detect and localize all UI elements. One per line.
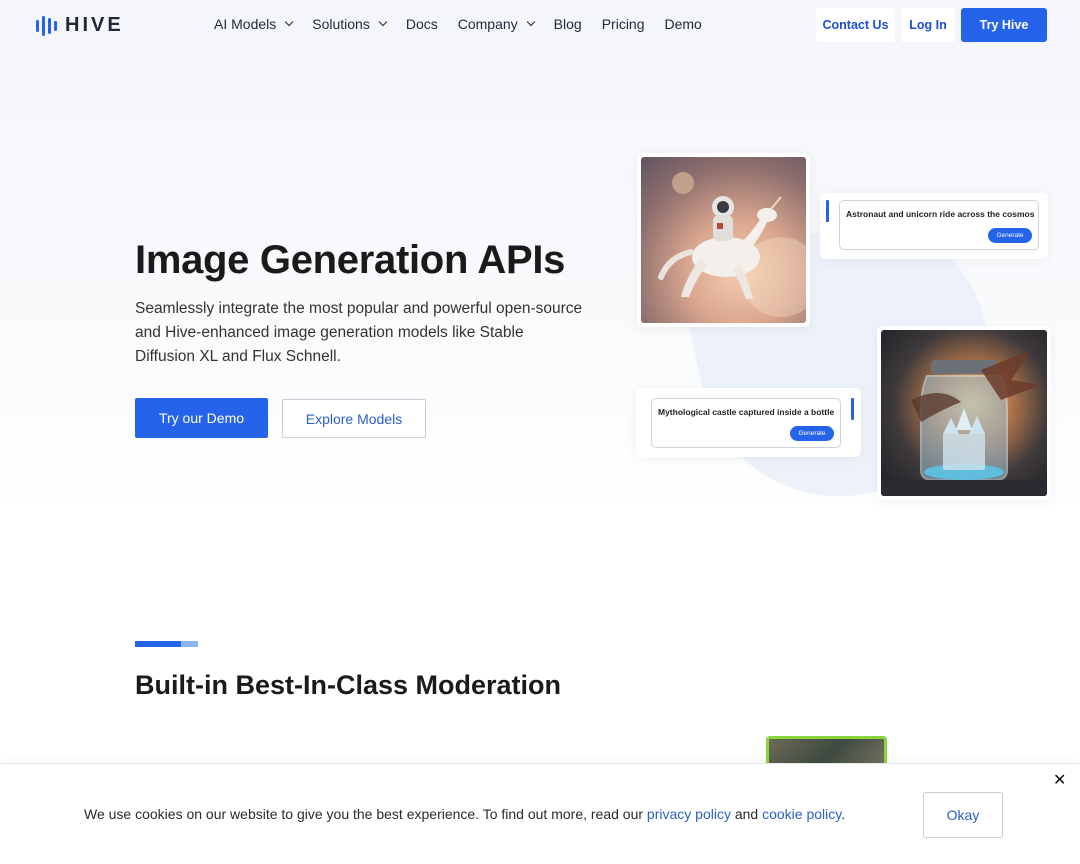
castle-bottle-image: [877, 326, 1051, 500]
contact-us-button[interactable]: Contact Us: [816, 8, 895, 42]
nav-label: Solutions: [312, 16, 370, 32]
explore-models-button[interactable]: Explore Models: [282, 399, 426, 438]
prompt-card-astronaut: Astronaut and unicorn ride across the co…: [820, 193, 1048, 259]
site-header: HIVE AI Models Solutions Docs Company Bl…: [0, 0, 1080, 50]
main-nav: AI Models Solutions Docs Company Blog Pr…: [214, 16, 722, 32]
nav-label: AI Models: [214, 16, 277, 32]
astronaut-unicorn-illustration: [641, 157, 806, 323]
hero-description: Seamlessly integrate the most popular an…: [135, 300, 583, 365]
nav-label: Demo: [664, 16, 702, 32]
text-cursor-indicator: [851, 398, 854, 420]
chevron-down-icon: [378, 17, 388, 27]
castle-bottle-illustration: [881, 330, 1047, 496]
log-in-button[interactable]: Log In: [901, 8, 955, 42]
chevron-down-icon: [285, 17, 294, 27]
prompt-card-castle: Mythological castle captured inside a bo…: [636, 388, 861, 457]
okay-button[interactable]: Okay: [923, 792, 1003, 838]
astronaut-unicorn-image: [637, 153, 810, 327]
text-cursor-indicator: [826, 200, 829, 222]
cookie-text-middle: and: [730, 806, 763, 822]
cookie-message: We use cookies on our website to give yo…: [84, 806, 845, 822]
nav-item-demo[interactable]: Demo: [665, 16, 702, 32]
astronaut-unicorn-art: [658, 172, 806, 317]
privacy-policy-link[interactable]: privacy policy: [647, 806, 731, 822]
cookie-text-end: .: [841, 806, 846, 822]
nav-label: Pricing: [601, 16, 645, 32]
section-title: Built-in Best-In-Class Moderation: [135, 670, 562, 700]
cookie-text-start: We use cookies on our website to give yo…: [84, 806, 647, 822]
logo-text: HIVE: [65, 14, 124, 36]
generate-button[interactable]: Generate: [988, 228, 1032, 243]
prompt-input-astronaut[interactable]: Astronaut and unicorn ride across the co…: [839, 200, 1039, 250]
castle-bottle-art: [881, 350, 1047, 496]
try-hive-button[interactable]: Try Hive: [961, 8, 1047, 42]
cookie-policy-link[interactable]: cookie policy: [762, 806, 841, 822]
cookie-banner: ✕ We use cookies on our website to give …: [0, 763, 1080, 864]
section-accent-bar: [135, 641, 198, 647]
prompt-input-castle[interactable]: Mythological castle captured inside a bo…: [651, 398, 841, 448]
close-icon[interactable]: ✕: [1053, 770, 1066, 790]
try-demo-button[interactable]: Try our Demo: [135, 398, 268, 438]
nav-item-solutions[interactable]: Solutions: [312, 16, 388, 32]
nav-label: Blog: [553, 16, 582, 32]
hero-title: Image Generation APIs: [135, 238, 566, 282]
prompt-text: Mythological castle captured inside a bo…: [658, 407, 835, 417]
chevron-down-icon: [526, 17, 535, 27]
nav-label: Docs: [405, 16, 438, 32]
prompt-text: Astronaut and unicorn ride across the co…: [846, 209, 1035, 219]
nav-item-ai-models[interactable]: AI Models: [214, 16, 294, 32]
nav-item-pricing[interactable]: Pricing: [602, 16, 645, 32]
nav-item-docs[interactable]: Docs: [406, 16, 438, 32]
hive-logo-icon: [36, 15, 57, 37]
generate-button[interactable]: Generate: [790, 426, 834, 441]
nav-label: Company: [457, 16, 518, 32]
nav-item-blog[interactable]: Blog: [554, 16, 582, 32]
nav-item-company[interactable]: Company: [457, 16, 535, 32]
hive-logo[interactable]: HIVE: [36, 14, 124, 37]
